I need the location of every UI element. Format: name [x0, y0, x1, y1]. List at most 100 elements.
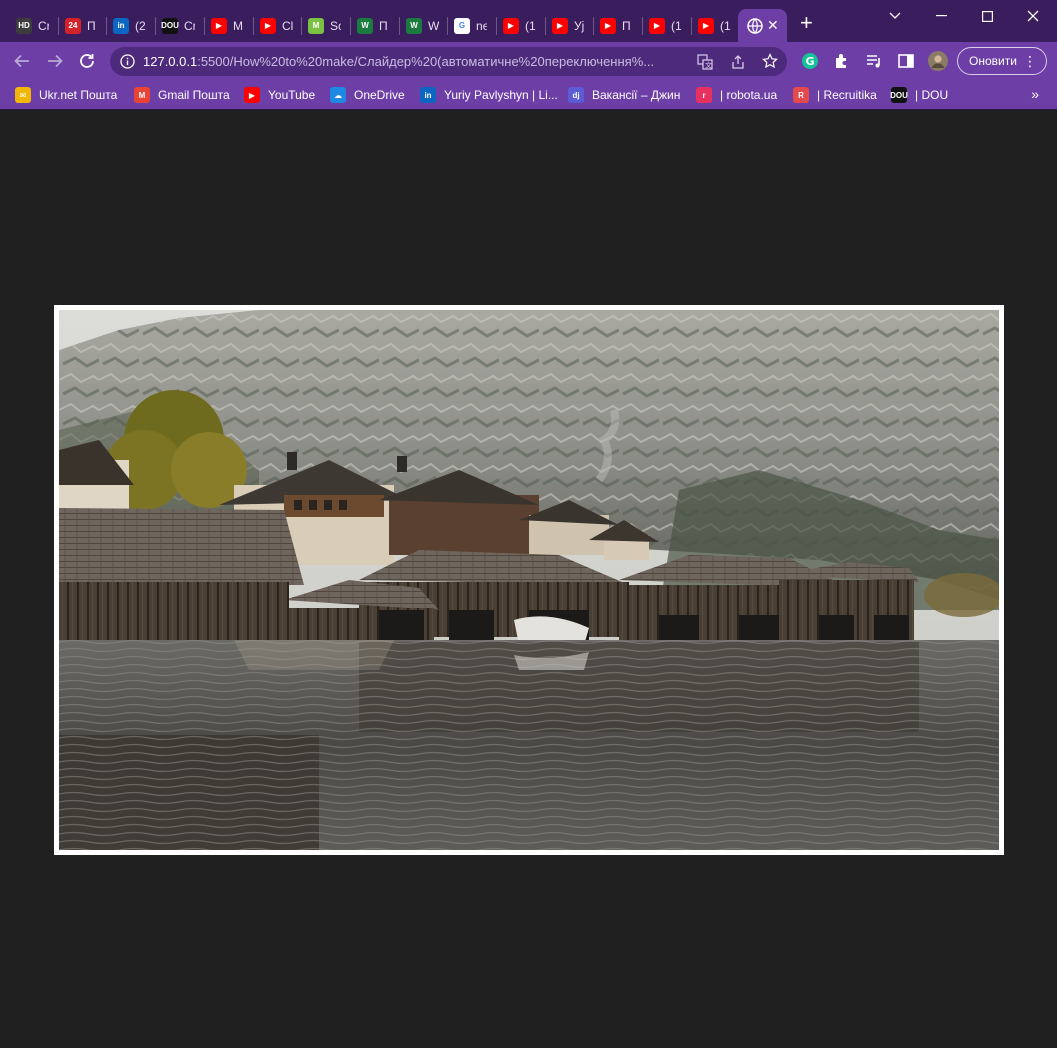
bookmarks-overflow-button[interactable]: »: [1031, 86, 1039, 102]
grammarly-icon[interactable]: G: [800, 51, 820, 71]
tab-separator: [642, 17, 643, 35]
tab-separator: [58, 17, 59, 35]
tab-separator: [204, 17, 205, 35]
youtube-icon: ▶: [260, 17, 276, 34]
url-path: :5500/How%20to%20make/Слайдер%20(автомат…: [197, 54, 655, 69]
linkedin-icon: in: [420, 87, 436, 103]
youtube-icon: ▶: [211, 17, 227, 34]
bookmark-label: | Recruitika: [817, 88, 877, 102]
tab-1[interactable]: 24 П: [49, 9, 98, 42]
tab-label: П: [379, 18, 388, 33]
forward-arrow-icon[interactable]: [45, 51, 65, 71]
bookmark-label: YouTube: [268, 88, 316, 102]
bookmark-item[interactable]: M Gmail Пошта: [134, 86, 230, 104]
tab-6[interactable]: M Sc: [292, 9, 341, 42]
youtube-icon: ▶: [244, 87, 260, 103]
menu-dots-icon[interactable]: ⋮: [1023, 53, 1037, 69]
media-playlist-icon[interactable]: [864, 51, 884, 71]
tab-label: (2: [135, 18, 146, 33]
bookmark-item[interactable]: in Yuriy Pavlyshyn | Li...: [420, 86, 558, 104]
reload-icon[interactable]: [77, 51, 97, 71]
minimize-button[interactable]: [918, 0, 964, 32]
tab-label: (1: [671, 18, 682, 33]
tab-label: ne: [476, 18, 487, 33]
update-button-label: Оновити: [969, 54, 1017, 68]
tab-13[interactable]: ▶ (1: [633, 9, 682, 42]
bookmark-item[interactable]: ▶ YouTube: [244, 86, 315, 104]
bookmark-label: Gmail Пошта: [158, 88, 230, 102]
tab-0[interactable]: HD Cr: [0, 9, 49, 42]
tab-9[interactable]: Gne: [438, 9, 487, 42]
bookmark-label: Ukr.net Пошта: [39, 88, 118, 102]
bookmark-item[interactable]: dj Вакансії – Джин: [568, 86, 680, 104]
bookmark-item[interactable]: DOU | DOU: [890, 86, 949, 104]
tab-11[interactable]: ▶ Уј: [536, 9, 585, 42]
extensions-puzzle-icon[interactable]: [832, 51, 852, 71]
update-browser-button[interactable]: Оновити ⋮: [957, 47, 1047, 75]
youtube-icon: ▶: [649, 17, 665, 34]
tab-label: П: [87, 18, 96, 33]
site-info-icon[interactable]: [120, 54, 135, 74]
tab-separator: [399, 17, 400, 35]
bookmark-label: | DOU: [915, 88, 949, 102]
close-tab-icon[interactable]: ✕: [767, 17, 779, 34]
tab-2[interactable]: in (2: [97, 9, 146, 42]
tab-separator: [545, 17, 546, 35]
bookmark-label: Yuriy Pavlyshyn | Li...: [444, 88, 558, 102]
translate-icon[interactable]: 文: [697, 54, 713, 75]
tab-separator: [350, 17, 351, 35]
share-icon[interactable]: [730, 54, 746, 75]
robota-icon: r: [696, 87, 712, 103]
profile-avatar[interactable]: [928, 51, 948, 71]
w-logo-icon: W: [357, 17, 373, 34]
google-icon: G: [454, 17, 470, 34]
tab-label: M: [233, 18, 243, 33]
image-slider: [54, 305, 1004, 855]
m-logo-icon: M: [308, 17, 324, 34]
svg-text:文: 文: [705, 61, 712, 70]
bookmarks-bar: ✉ Ukr.net Пошта M Gmail Пошта ▶ YouTube ☁ OneDr…: [0, 80, 1057, 110]
djinni-icon: dj: [568, 87, 584, 103]
close-window-button[interactable]: [1010, 0, 1056, 32]
tab-7[interactable]: WП: [341, 9, 390, 42]
youtube-icon: ▶: [600, 17, 616, 34]
bookmark-item[interactable]: R | Recruitika: [793, 86, 877, 104]
tab-12[interactable]: ▶ П: [584, 9, 633, 42]
tab-label: (1: [525, 18, 536, 33]
tab-active[interactable]: ✕: [738, 9, 787, 42]
tab-search-icon[interactable]: [872, 0, 918, 32]
tab-separator: [155, 17, 156, 35]
bookmark-item[interactable]: ☁ OneDrive: [330, 86, 405, 104]
tab-separator: [593, 17, 594, 35]
url-host: 127.0.0.1: [143, 54, 198, 69]
maximize-button[interactable]: [964, 0, 1010, 32]
bookmark-star-icon[interactable]: [762, 53, 778, 74]
tab-label: Sc: [330, 18, 341, 33]
side-panel-icon[interactable]: [896, 51, 916, 71]
tab-label: Cr: [184, 18, 195, 33]
new-tab-button[interactable]: +: [800, 12, 813, 34]
hd-icon: HD: [16, 17, 32, 34]
tab-strip: HDCr24Пin(2DOUCr▶M▶ClMScWПWWGne▶(1▶Уј▶П▶…: [0, 0, 1057, 42]
youtube-icon: ▶: [698, 17, 714, 34]
tab-4[interactable]: ▶ M: [195, 9, 244, 42]
tab-5[interactable]: ▶ Cl: [244, 9, 293, 42]
bookmark-item[interactable]: r | robota.ua: [696, 86, 777, 104]
tab-8[interactable]: WW: [390, 9, 439, 42]
address-bar[interactable]: 127.0.0.1:5500/How%20to%20make/Слайдер%2…: [110, 47, 787, 76]
recruitika-icon: R: [793, 87, 809, 103]
bookmark-label: Вакансії – Джин: [592, 88, 681, 102]
url-text[interactable]: 127.0.0.1:5500/How%20to%20make/Слайдер%2…: [143, 54, 673, 69]
tab-separator: [496, 17, 497, 35]
dou-icon: DOU: [890, 87, 908, 103]
tab-14[interactable]: ▶ (1: [682, 9, 731, 42]
tab-separator: [447, 17, 448, 35]
tab-label: П: [622, 18, 631, 33]
page-viewport: [0, 111, 1057, 1048]
tab-10[interactable]: ▶ (1: [487, 9, 536, 42]
tab-label: Уј: [574, 18, 585, 33]
tab-separator: [253, 17, 254, 35]
bookmark-item[interactable]: ✉ Ukr.net Пошта: [15, 86, 117, 104]
back-arrow-icon[interactable]: [12, 51, 32, 71]
tab-3[interactable]: DOU Cr: [146, 9, 195, 42]
